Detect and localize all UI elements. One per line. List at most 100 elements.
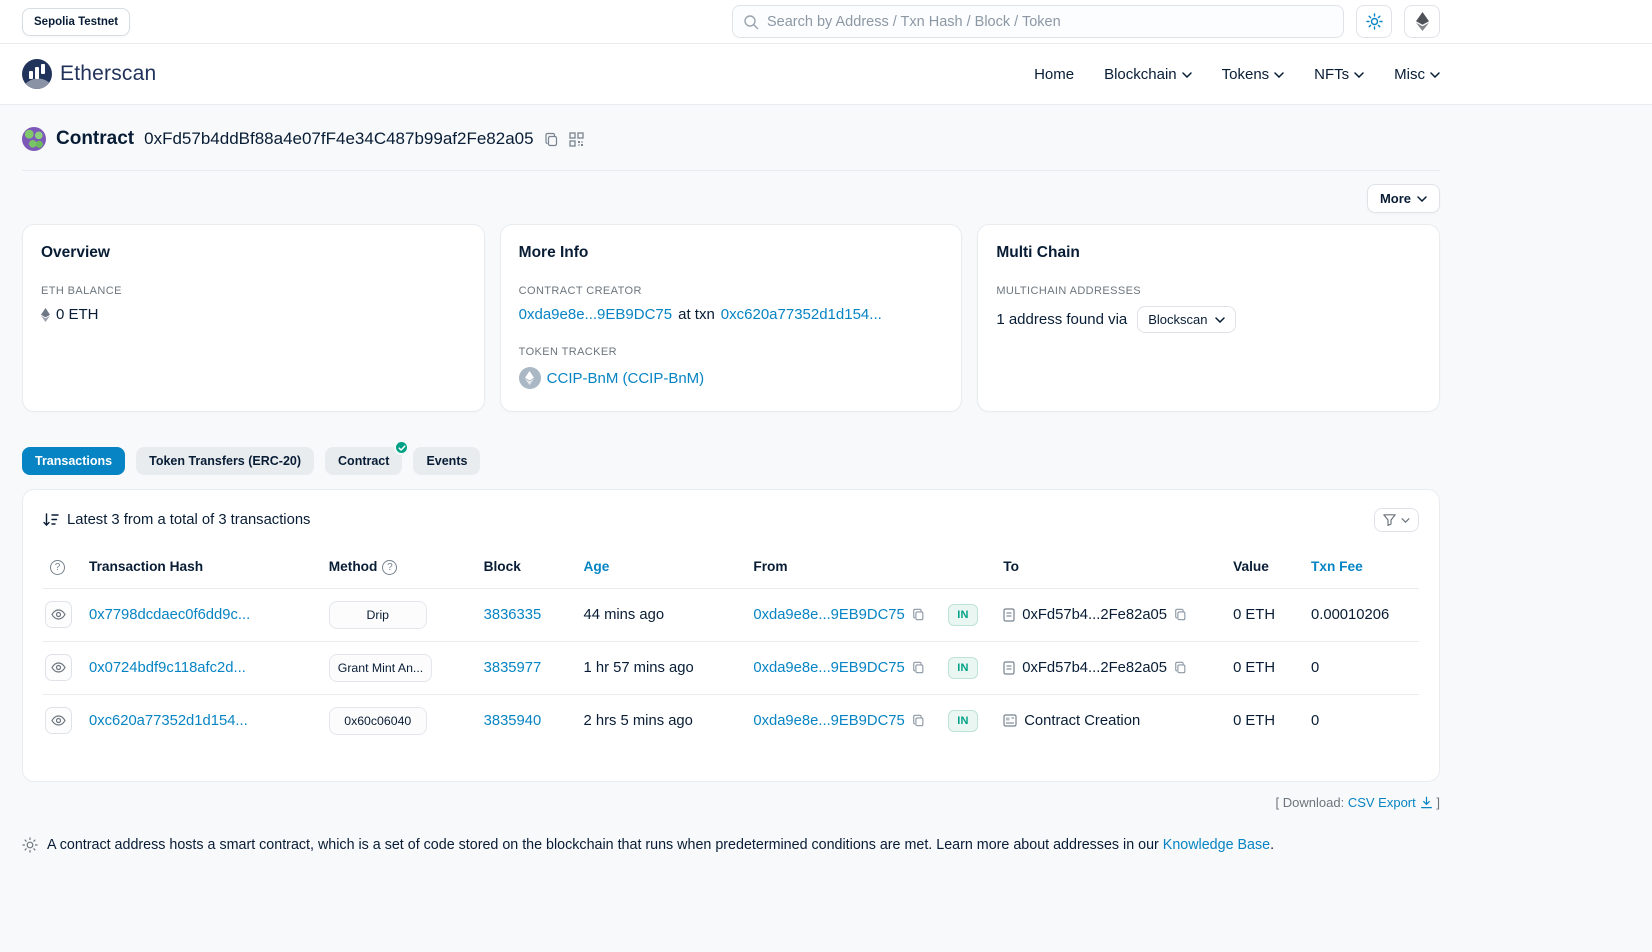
to-address: 0xFd57b4...2Fe82a05: [1022, 660, 1167, 676]
tab-transactions[interactable]: Transactions: [22, 447, 125, 475]
col-header-hash: Transaction Hash: [87, 546, 327, 588]
tx-preview-button[interactable]: [45, 707, 72, 734]
tab-contract[interactable]: Contract: [325, 447, 402, 475]
knowledge-base-link[interactable]: Knowledge Base: [1163, 837, 1270, 853]
col-header-from: From: [751, 546, 946, 588]
fee-cell: 0.00010206: [1309, 588, 1419, 641]
nav-item-blockchain[interactable]: Blockchain: [1104, 66, 1192, 83]
nav-item-home[interactable]: Home: [1034, 66, 1074, 83]
contract-file-icon: [1003, 608, 1015, 622]
search-input[interactable]: [767, 14, 1333, 30]
to-address: Contract Creation: [1024, 713, 1140, 729]
verified-check-icon: [394, 440, 409, 455]
chevron-down-icon: [1430, 72, 1440, 78]
download-suffix: ]: [1436, 795, 1440, 810]
chevron-down-icon: [1354, 72, 1364, 78]
nav-item-misc[interactable]: Misc: [1394, 66, 1440, 83]
block-link[interactable]: 3836335: [484, 607, 542, 623]
creator-address-link[interactable]: 0xda9e8e...9EB9DC75: [519, 306, 672, 323]
address-identicon-avatar: [22, 127, 46, 151]
blockscan-provider-dropdown[interactable]: Blockscan: [1137, 306, 1235, 333]
filter-button[interactable]: [1374, 508, 1419, 532]
tab-bar: Transactions Token Transfers (ERC-20) Co…: [22, 447, 1440, 475]
multichain-card: Multi Chain MULTICHAIN ADDRESSES 1 addre…: [977, 224, 1440, 412]
copy-address-button[interactable]: [544, 132, 559, 147]
note-period: .: [1270, 837, 1274, 853]
tx-preview-button[interactable]: [45, 654, 72, 681]
value-cell: 0 ETH: [1231, 588, 1309, 641]
etherscan-logo-icon: [22, 59, 52, 89]
method-badge: Drip: [329, 601, 427, 629]
copy-from-button[interactable]: [912, 608, 925, 621]
method-badge: Grant Mint An...: [329, 654, 432, 682]
from-address-link[interactable]: 0xda9e8e...9EB9DC75: [753, 660, 904, 676]
block-link[interactable]: 3835940: [484, 713, 542, 729]
tx-hash-link[interactable]: 0xc620a77352d1d154...: [89, 713, 248, 729]
copy-from-button[interactable]: [912, 661, 925, 674]
eye-icon: [51, 662, 66, 673]
download-prefix: [ Download:: [1276, 795, 1345, 810]
copy-icon: [544, 132, 559, 147]
nav-item-nfts[interactable]: NFTs: [1314, 66, 1364, 83]
sun-icon: [1366, 13, 1383, 30]
chevron-down-icon: [1417, 196, 1427, 202]
token-logo: [519, 367, 541, 389]
age-cell: 44 mins ago: [582, 588, 752, 641]
col-header-age[interactable]: Age: [582, 546, 752, 588]
copy-icon: [1174, 661, 1187, 674]
contract-creation-icon: [1003, 714, 1017, 727]
age-cell: 1 hr 57 mins ago: [582, 641, 752, 694]
value-cell: 0 ETH: [1231, 641, 1309, 694]
nav-menu: Home Blockchain Tokens NFTs Misc: [1034, 66, 1440, 83]
ethereum-icon: [1416, 12, 1429, 31]
creator-connector-text: at txn: [678, 306, 715, 323]
eth-balance-label: ETH BALANCE: [41, 285, 466, 297]
copy-to-button[interactable]: [1174, 661, 1187, 674]
table-row: 0x0724bdf9c118afc2d... Grant Mint An... …: [43, 641, 1419, 694]
col-header-fee[interactable]: Txn Fee: [1309, 546, 1419, 588]
page-title: Contract: [56, 128, 134, 150]
copy-to-button[interactable]: [1174, 608, 1187, 621]
block-link[interactable]: 3835977: [484, 660, 542, 676]
chevron-down-icon: [1182, 72, 1192, 78]
chevron-down-icon: [1274, 72, 1284, 78]
eye-icon: [51, 715, 66, 726]
network-switch-button[interactable]: [1404, 5, 1440, 38]
tab-token-transfers[interactable]: Token Transfers (ERC-20): [136, 447, 314, 475]
csv-export-link[interactable]: CSV Export: [1348, 795, 1433, 810]
help-icon[interactable]: ?: [382, 560, 397, 575]
search-box[interactable]: [732, 5, 1344, 38]
transactions-panel: Latest 3 from a total of 3 transactions …: [22, 489, 1440, 782]
network-badge[interactable]: Sepolia Testnet: [22, 8, 130, 36]
tx-preview-button[interactable]: [45, 601, 72, 628]
table-row: 0xc620a77352d1d154... 0x60c06040 3835940…: [43, 694, 1419, 747]
tab-events[interactable]: Events: [413, 447, 480, 475]
search-icon: [743, 14, 759, 30]
theme-toggle-button[interactable]: [1356, 5, 1392, 38]
tx-hash-link[interactable]: 0x0724bdf9c118afc2d...: [89, 660, 246, 676]
download-icon: [1420, 796, 1433, 809]
more-info-card-title: More Info: [519, 244, 944, 262]
help-icon[interactable]: ?: [50, 560, 65, 575]
main-content: Contract 0xFd57b4ddBf88a4e07fF4e34C487b9…: [22, 127, 1440, 853]
qr-code-button[interactable]: [569, 132, 584, 147]
more-dropdown-button[interactable]: More: [1367, 184, 1440, 213]
tip-icon: [22, 837, 38, 853]
contract-address: 0xFd57b4ddBf88a4e07fF4e34C487b99af2Fe82a…: [144, 129, 533, 149]
copy-icon: [1174, 608, 1187, 621]
tx-hash-link[interactable]: 0x7798dcdaec0f6dd9c...: [89, 607, 250, 623]
col-header-value: Value: [1231, 546, 1309, 588]
direction-badge: IN: [948, 657, 977, 679]
copy-from-button[interactable]: [912, 714, 925, 727]
from-address-link[interactable]: 0xda9e8e...9EB9DC75: [753, 713, 904, 729]
token-tracker-link[interactable]: CCIP-BnM (CCIP-BnM): [547, 370, 705, 387]
creation-txn-link[interactable]: 0xc620a77352d1d154...: [721, 306, 882, 323]
sort-list-icon: [43, 513, 59, 527]
main-nav: Etherscan Home Blockchain Tokens NFTs Mi…: [0, 44, 1652, 105]
multichain-found-text: 1 address found via: [996, 311, 1127, 328]
nav-item-tokens[interactable]: Tokens: [1222, 66, 1285, 83]
multichain-card-title: Multi Chain: [996, 244, 1421, 262]
from-address-link[interactable]: 0xda9e8e...9EB9DC75: [753, 607, 904, 623]
eth-glyph-icon: [525, 371, 534, 385]
etherscan-logo[interactable]: Etherscan: [22, 59, 156, 89]
